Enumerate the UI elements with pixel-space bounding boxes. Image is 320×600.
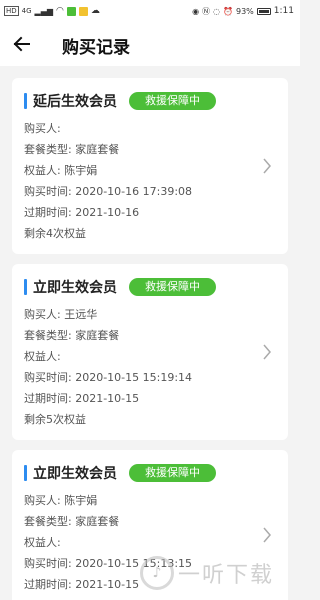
package-type-row: 套餐类型: 家庭套餐: [24, 329, 120, 342]
beneficiary-row: 权益人: 陈宇娟: [24, 164, 98, 177]
battery-percent: 93%: [236, 6, 254, 16]
record-card-header: 立即生效会员 救援保障中: [24, 276, 276, 298]
buyer-row: 购买人:: [24, 122, 61, 135]
chat-app-icon: [66, 6, 76, 16]
beneficiary-row: 权益人:: [24, 536, 61, 549]
mute-icon: ◌: [213, 6, 221, 16]
arrow-left-icon[interactable]: [12, 34, 32, 54]
title-accent-bar: [24, 279, 27, 295]
status-badge: 救援保障中: [129, 464, 216, 482]
status-bar-right: ◉ Ⓝ ◌ ⏰ 93% 1:11: [192, 6, 294, 17]
buyer-row: 购买人: 王远华: [24, 308, 98, 321]
eye-icon: ◉: [192, 6, 200, 16]
record-title: 立即生效会员: [33, 466, 117, 482]
watermark: ♪ 一听下载: [140, 556, 274, 590]
cloud-icon: ☁: [90, 6, 100, 16]
watermark-text: 一听下载: [178, 563, 275, 588]
folder-app-icon: [78, 6, 88, 16]
status-badge: 救援保障中: [129, 278, 216, 296]
nfc-icon: Ⓝ: [202, 6, 211, 16]
watermark-logo-icon: ♪: [140, 556, 174, 590]
record-title: 延后生效会员: [33, 94, 117, 110]
alarm-icon: ⏰: [223, 6, 233, 16]
hd-icon: HD: [4, 6, 19, 16]
buyer-row: 购买人: 陈宇娟: [24, 494, 98, 507]
record-title: 立即生效会员: [33, 280, 117, 296]
title-accent-bar: [24, 93, 27, 109]
remaining-benefits: 剩余5次权益: [24, 413, 86, 426]
expire-time-row: 过期时间: 2021-10-15: [24, 392, 140, 405]
record-card[interactable]: 立即生效会员 救援保障中 购买人: 王远华 套餐类型: 家庭套餐 权益人: 购买…: [12, 264, 288, 440]
4g-icon: 4G: [21, 7, 32, 15]
remaining-benefits: 剩余4次权益: [24, 227, 86, 240]
package-type-row: 套餐类型: 家庭套餐: [24, 143, 120, 156]
wifi-icon: ◠: [56, 6, 64, 16]
record-card[interactable]: 延后生效会员 救援保障中 购买人: 套餐类型: 家庭套餐 权益人: 陈宇娟 购买…: [12, 78, 288, 254]
package-type-row: 套餐类型: 家庭套餐: [24, 515, 120, 528]
chevron-right-icon[interactable]: [262, 157, 272, 179]
title-accent-bar: [24, 465, 27, 481]
chevron-right-icon[interactable]: [262, 526, 272, 548]
status-badge: 救援保障中: [129, 92, 216, 110]
purchase-time-row: 购买时间: 2020-10-16 17:39:08: [24, 185, 193, 198]
chevron-right-icon[interactable]: [262, 343, 272, 365]
status-bar-left: HD 4G ▂▄▆ ◠ ☁: [4, 6, 100, 16]
beneficiary-row: 权益人:: [24, 350, 61, 363]
purchase-time-row: 购买时间: 2020-10-15 15:19:14: [24, 371, 193, 384]
expire-time-row: 过期时间: 2021-10-16: [24, 206, 140, 219]
record-card-header: 立即生效会员 救援保障中: [24, 462, 276, 484]
battery-icon: [256, 7, 271, 15]
clock: 1:11: [273, 6, 294, 16]
signal-icon: ▂▄▆: [34, 6, 54, 16]
page-title: 购买记录: [62, 38, 130, 58]
status-bar: HD 4G ▂▄▆ ◠ ☁ ◉ Ⓝ ◌ ⏰ 93% 1:11: [0, 0, 300, 22]
app-header: 购买记录: [0, 22, 300, 66]
record-card-header: 延后生效会员 救援保障中: [24, 90, 276, 112]
